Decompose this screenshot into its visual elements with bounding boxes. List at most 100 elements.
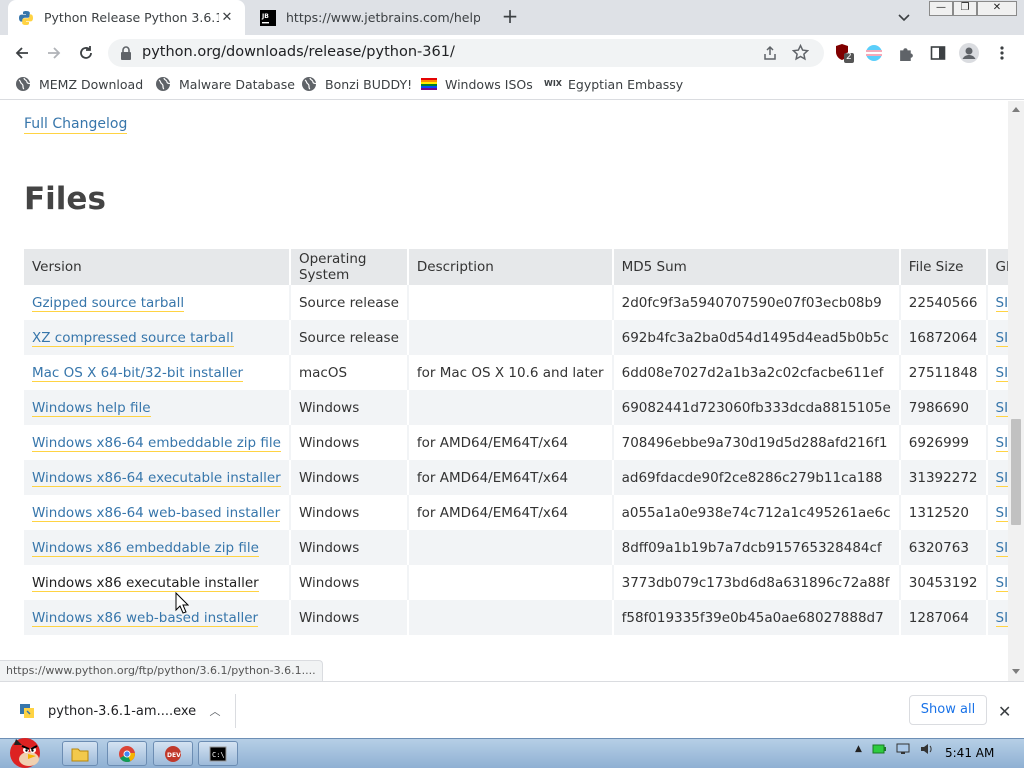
bookmark-windows-isos[interactable]: Windows ISOs [421,76,533,92]
ublock-extension-icon[interactable]: 2 [834,43,854,63]
scroll-up-arrow-icon[interactable] [1012,107,1020,112]
address-bar[interactable]: python.org/downloads/release/python-361/ [108,39,824,67]
bookmark-star-icon[interactable] [792,44,809,61]
bookmark-bonzi-buddy[interactable]: Bonzi BUDDY! [301,76,412,92]
taskbar-explorer-button[interactable] [62,741,98,766]
gpg-sig-link[interactable]: SIG [995,399,1008,417]
close-tab-icon[interactable]: ✕ [219,10,235,25]
extensions-puzzle-icon[interactable] [896,43,916,63]
new-tab-button[interactable]: + [500,6,520,27]
download-link[interactable]: Gzipped source tarball [32,294,185,312]
taskbar-chrome-button[interactable] [107,741,147,766]
globe-icon [16,77,31,91]
table-row: Windows x86-64 executable installer Wind… [24,460,1008,495]
download-link[interactable]: Windows help file [32,399,151,417]
md5-cell: 6dd08e7027d2a1b3a2c02cfacbe611ef [614,355,901,390]
close-window-button[interactable]: ✕ [977,1,1017,16]
bookmark-memz[interactable]: MEMZ Download [15,76,143,92]
taskbar-dev-app-button[interactable]: DEV [153,741,193,766]
gpg-sig-link[interactable]: SIG [995,469,1008,487]
description-cell: for AMD64/EM64T/x64 [408,460,614,495]
page-content: Full Changelog Files Version Operating S… [0,101,1008,681]
download-link[interactable]: Windows x86 web-based installer [32,609,259,627]
profile-avatar-icon[interactable] [959,43,979,63]
jetbrains-logo-icon: JB [260,9,276,26]
vertical-scrollbar[interactable] [1008,101,1024,681]
column-header-file-size: File Size [900,249,988,285]
menu-kebab-icon[interactable] [992,43,1012,63]
download-file-name: python-3.6.1-am....exe [48,703,197,719]
windows-taskbar: DEV C:\ ▲ 5:41 AM [0,738,1024,768]
bookmarks-bar: MEMZ Download Malware Database Bonzi BUD… [0,70,1024,100]
description-cell [409,565,614,600]
md5-cell: 692b4fc3a2ba0d54d1495d4ead5b0b5c [613,320,901,355]
side-panel-icon[interactable] [928,43,948,63]
tab-search-icon[interactable] [896,9,912,25]
show-all-button[interactable]: Show all [909,695,987,725]
gpg-sig-link[interactable]: SIG [995,574,1008,592]
md5-cell: ad69fdacde90f2ce8286c279b11ca188 [613,460,901,495]
file-size-cell: 7986690 [900,390,988,425]
download-link[interactable]: Windows x86-64 executable installer [32,469,281,487]
table-row: Windows x86 web-based installer Windows … [24,600,1008,635]
restore-button[interactable]: ❐ [953,1,977,16]
md5-cell: 3773db079c173bd6d8a631896c72a88f [614,565,901,600]
download-item[interactable]: python-3.6.1-am....exe ︿ [12,694,236,728]
gpg-sig-link[interactable]: SIG [995,294,1008,312]
folder-icon [71,748,89,761]
table-row: Mac OS X 64-bit/32-bit installer macOS f… [24,355,1008,390]
download-link-hovered[interactable]: Windows x86 executable installer [32,574,259,592]
gpg-sig-link[interactable]: SIG [995,364,1008,382]
trans-flag-extension-icon[interactable] [864,43,884,63]
gpg-sig-link[interactable]: SIG [995,504,1008,522]
download-link[interactable]: Mac OS X 64-bit/32-bit installer [32,364,244,382]
download-link[interactable]: Windows x86-64 web-based installer [32,504,281,522]
forward-button[interactable] [42,41,66,65]
download-shelf: python-3.6.1-am....exe ︿ Show all ✕ [0,681,1024,738]
md5-cell: a055a1a0e938e74c712a1c495261ae6c [614,495,901,530]
taskbar-clock[interactable]: 5:41 AM [945,746,994,760]
download-link[interactable]: XZ compressed source tarball [32,329,234,347]
python-installer-icon [20,704,34,718]
wix-icon: WIX [544,79,562,88]
volume-icon[interactable] [920,743,934,755]
column-header-description: Description [408,249,614,285]
url-text[interactable]: python.org/downloads/release/python-361/ [142,44,455,60]
battery-icon[interactable] [872,743,886,755]
angry-bird-start-icon[interactable] [2,731,48,769]
back-button[interactable] [10,41,34,65]
close-shelf-icon[interactable]: ✕ [998,702,1011,721]
description-cell [409,285,614,320]
browser-toolbar: python.org/downloads/release/python-361/… [0,35,1024,70]
download-link[interactable]: Windows x86 embeddable zip file [32,539,259,557]
os-cell: Source release [290,320,409,355]
minimize-button[interactable]: — [929,1,953,16]
files-table: Version Operating System Description MD5… [24,249,1008,635]
reload-button[interactable] [74,41,98,65]
taskbar-cmd-button[interactable]: C:\ [198,741,238,766]
network-icon[interactable] [896,743,910,755]
tray-expand-arrow-icon[interactable]: ▲ [855,744,862,754]
description-cell [408,530,614,565]
system-tray: ▲ [855,743,934,755]
gpg-sig-link[interactable]: SIG [995,539,1008,557]
tab-python-release[interactable]: Python Release Python 3.6.1 | P ✕ [8,0,245,35]
scrollbar-thumb[interactable] [1011,419,1021,525]
lock-icon[interactable] [120,46,132,60]
files-heading: Files [24,181,106,217]
bookmark-egyptian-embassy[interactable]: WIX Egyptian Embassy [544,76,683,92]
gpg-sig-link[interactable]: SIG [995,609,1008,627]
bookmark-malware-database[interactable]: Malware Database [155,76,295,92]
download-link[interactable]: Windows x86-64 embeddable zip file [32,434,281,452]
share-icon[interactable] [762,45,778,61]
tab-jetbrains[interactable]: JB https://www.jetbrains.com/help/ [250,0,490,35]
file-size-cell: 30453192 [901,565,988,600]
chrome-icon [119,745,135,762]
os-cell: Source release [291,285,409,320]
chevron-up-icon[interactable]: ︿ [205,703,225,719]
scroll-down-arrow-icon[interactable] [1012,669,1020,674]
full-changelog-link[interactable]: Full Changelog [24,115,128,134]
gpg-sig-link[interactable]: SIG [995,434,1008,452]
md5-cell: 8dff09a1b19b7a7dcb915765328484cf [613,530,901,565]
gpg-sig-link[interactable]: SIG [995,329,1008,347]
